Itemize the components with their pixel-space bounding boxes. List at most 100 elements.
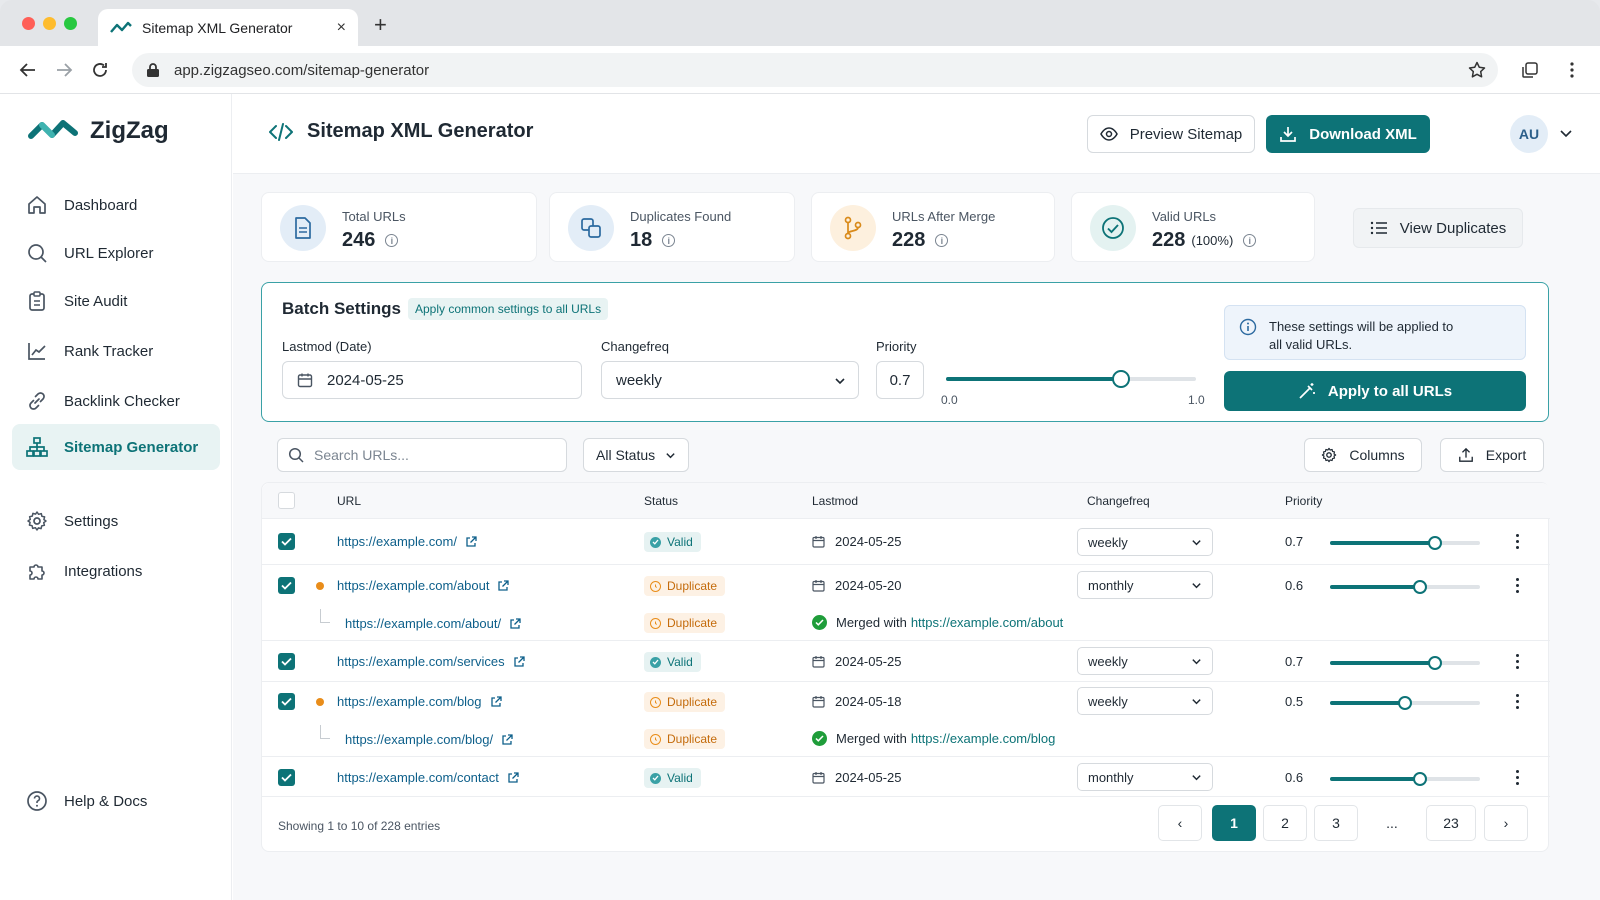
priority-slider-handle[interactable] xyxy=(1428,656,1442,670)
table-row[interactable]: https://example.com/blog Duplicate 2024-… xyxy=(262,681,1550,721)
more-actions-icon[interactable] xyxy=(1516,770,1520,788)
table-row[interactable]: https://example.com/ Valid 2024-05-25 we… xyxy=(262,519,1550,565)
priority-slider[interactable] xyxy=(1330,656,1480,670)
col-priority[interactable]: Priority xyxy=(1285,494,1322,508)
merged-with-link[interactable]: https://example.com/blog xyxy=(911,731,1056,746)
view-duplicates-button[interactable]: View Duplicates xyxy=(1353,208,1523,248)
table-row[interactable]: https://example.com/services Valid 2024-… xyxy=(262,641,1550,681)
download-xml-button[interactable]: Download XML xyxy=(1266,115,1430,153)
pagination-page-23[interactable]: 23 xyxy=(1426,805,1476,841)
priority-slider-handle[interactable] xyxy=(1428,536,1442,550)
table-row-merged[interactable]: https://example.com/blog/ Duplicate Merg… xyxy=(262,721,1550,757)
url-link[interactable]: https://example.com/blog/ xyxy=(345,732,493,747)
priority-slider[interactable] xyxy=(1330,536,1480,550)
pagination-page-2[interactable]: 2 xyxy=(1263,805,1307,841)
changefreq-select[interactable]: weekly xyxy=(601,361,859,399)
more-actions-icon[interactable] xyxy=(1516,578,1520,596)
priority-slider[interactable] xyxy=(1330,580,1480,594)
changefreq-select[interactable]: weekly xyxy=(1077,687,1213,715)
sidebar-item-site-audit[interactable]: Site Audit xyxy=(12,278,220,324)
sidebar-item-help[interactable]: Help & Docs xyxy=(12,778,220,824)
tab-close-icon[interactable]: × xyxy=(337,19,346,37)
external-link-icon[interactable] xyxy=(465,535,477,548)
priority-slider-handle[interactable] xyxy=(1112,370,1130,388)
info-icon[interactable]: i xyxy=(385,234,399,247)
info-icon[interactable]: i xyxy=(662,234,676,247)
changefreq-select[interactable]: weekly xyxy=(1077,528,1213,556)
external-link-icon[interactable] xyxy=(490,695,502,708)
external-link-icon[interactable] xyxy=(497,579,510,592)
pagination-next-button[interactable]: › xyxy=(1484,805,1528,841)
table-row[interactable]: https://example.com/contact Valid 2024-0… xyxy=(262,757,1550,797)
more-actions-icon[interactable] xyxy=(1516,534,1520,552)
close-window-button[interactable] xyxy=(22,17,35,30)
table-row-merged[interactable]: https://example.com/about/ Duplicate Mer… xyxy=(262,605,1550,641)
minimize-window-button[interactable] xyxy=(43,17,56,30)
changefreq-select[interactable]: monthly xyxy=(1077,571,1213,599)
search-input[interactable] xyxy=(314,447,554,463)
avatar[interactable]: AU xyxy=(1510,115,1548,153)
changefreq-select[interactable]: monthly xyxy=(1077,763,1213,791)
priority-slider[interactable] xyxy=(1330,772,1480,786)
preview-sitemap-button[interactable]: Preview Sitemap xyxy=(1087,115,1255,153)
new-tab-button[interactable]: + xyxy=(374,12,387,38)
priority-input[interactable]: 0.7 xyxy=(876,361,924,399)
col-lastmod[interactable]: Lastmod xyxy=(812,494,858,508)
info-icon[interactable]: i xyxy=(1243,234,1257,247)
export-button[interactable]: Export xyxy=(1440,438,1544,472)
table-row[interactable]: https://example.com/about Duplicate 2024… xyxy=(262,565,1550,605)
external-link-icon[interactable] xyxy=(513,655,525,668)
maximize-window-button[interactable] xyxy=(64,17,77,30)
col-changefreq[interactable]: Changefreq xyxy=(1087,494,1150,508)
brand-logo[interactable]: ZigZag xyxy=(28,116,169,146)
select-all-checkbox[interactable] xyxy=(278,492,295,509)
pagination-page-1[interactable]: 1 xyxy=(1212,805,1256,841)
col-url[interactable]: URL xyxy=(337,494,361,508)
priority-slider-handle[interactable] xyxy=(1413,772,1427,786)
external-link-icon[interactable] xyxy=(509,617,521,630)
back-icon[interactable] xyxy=(16,58,40,82)
row-checkbox[interactable] xyxy=(278,653,295,670)
sidebar-item-sitemap-generator[interactable]: Sitemap Generator xyxy=(12,424,220,470)
priority-slider-handle[interactable] xyxy=(1413,580,1427,594)
sidebar-item-integrations[interactable]: Integrations xyxy=(12,548,220,594)
chevron-down-icon[interactable] xyxy=(1559,126,1573,140)
url-link[interactable]: https://example.com/about xyxy=(337,578,489,593)
priority-slider[interactable] xyxy=(946,370,1196,388)
info-icon[interactable]: i xyxy=(935,234,949,247)
sidebar-item-rank-tracker[interactable]: Rank Tracker xyxy=(12,328,220,374)
bookmark-star-icon[interactable] xyxy=(1468,61,1486,79)
columns-button[interactable]: Columns xyxy=(1304,438,1422,472)
url-link[interactable]: https://example.com/services xyxy=(337,654,505,669)
external-link-icon[interactable] xyxy=(501,733,513,746)
forward-icon[interactable] xyxy=(52,58,76,82)
browser-menu-icon[interactable] xyxy=(1560,58,1584,82)
tab-search-icon[interactable] xyxy=(1518,58,1542,82)
more-actions-icon[interactable] xyxy=(1516,654,1520,672)
merged-with-link[interactable]: https://example.com/about xyxy=(911,615,1063,630)
row-checkbox[interactable] xyxy=(278,577,295,594)
url-link[interactable]: https://example.com/ xyxy=(337,534,457,549)
row-checkbox[interactable] xyxy=(278,693,295,710)
external-link-icon[interactable] xyxy=(507,771,519,784)
priority-slider-handle[interactable] xyxy=(1398,696,1412,710)
sidebar-item-url-explorer[interactable]: URL Explorer xyxy=(12,230,220,276)
lastmod-date-input[interactable]: 2024-05-25 xyxy=(282,361,582,399)
row-checkbox[interactable] xyxy=(278,533,295,550)
url-link[interactable]: https://example.com/about/ xyxy=(345,616,501,631)
reload-icon[interactable] xyxy=(88,58,112,82)
sidebar-item-settings[interactable]: Settings xyxy=(12,498,220,544)
changefreq-select[interactable]: weekly xyxy=(1077,647,1213,675)
url-link[interactable]: https://example.com/blog xyxy=(337,694,482,709)
apply-to-all-button[interactable]: Apply to all URLs xyxy=(1224,371,1526,411)
status-filter-select[interactable]: All Status xyxy=(583,438,689,472)
row-checkbox[interactable] xyxy=(278,769,295,786)
sidebar-item-dashboard[interactable]: Dashboard xyxy=(12,182,220,228)
url-link[interactable]: https://example.com/contact xyxy=(337,770,499,785)
more-actions-icon[interactable] xyxy=(1516,694,1520,712)
col-status[interactable]: Status xyxy=(644,494,678,508)
pagination-page-3[interactable]: 3 xyxy=(1314,805,1358,841)
browser-tab[interactable]: Sitemap XML Generator × xyxy=(98,9,358,46)
pagination-prev-button[interactable]: ‹ xyxy=(1158,805,1202,841)
sidebar-item-backlink-checker[interactable]: Backlink Checker xyxy=(12,378,220,424)
